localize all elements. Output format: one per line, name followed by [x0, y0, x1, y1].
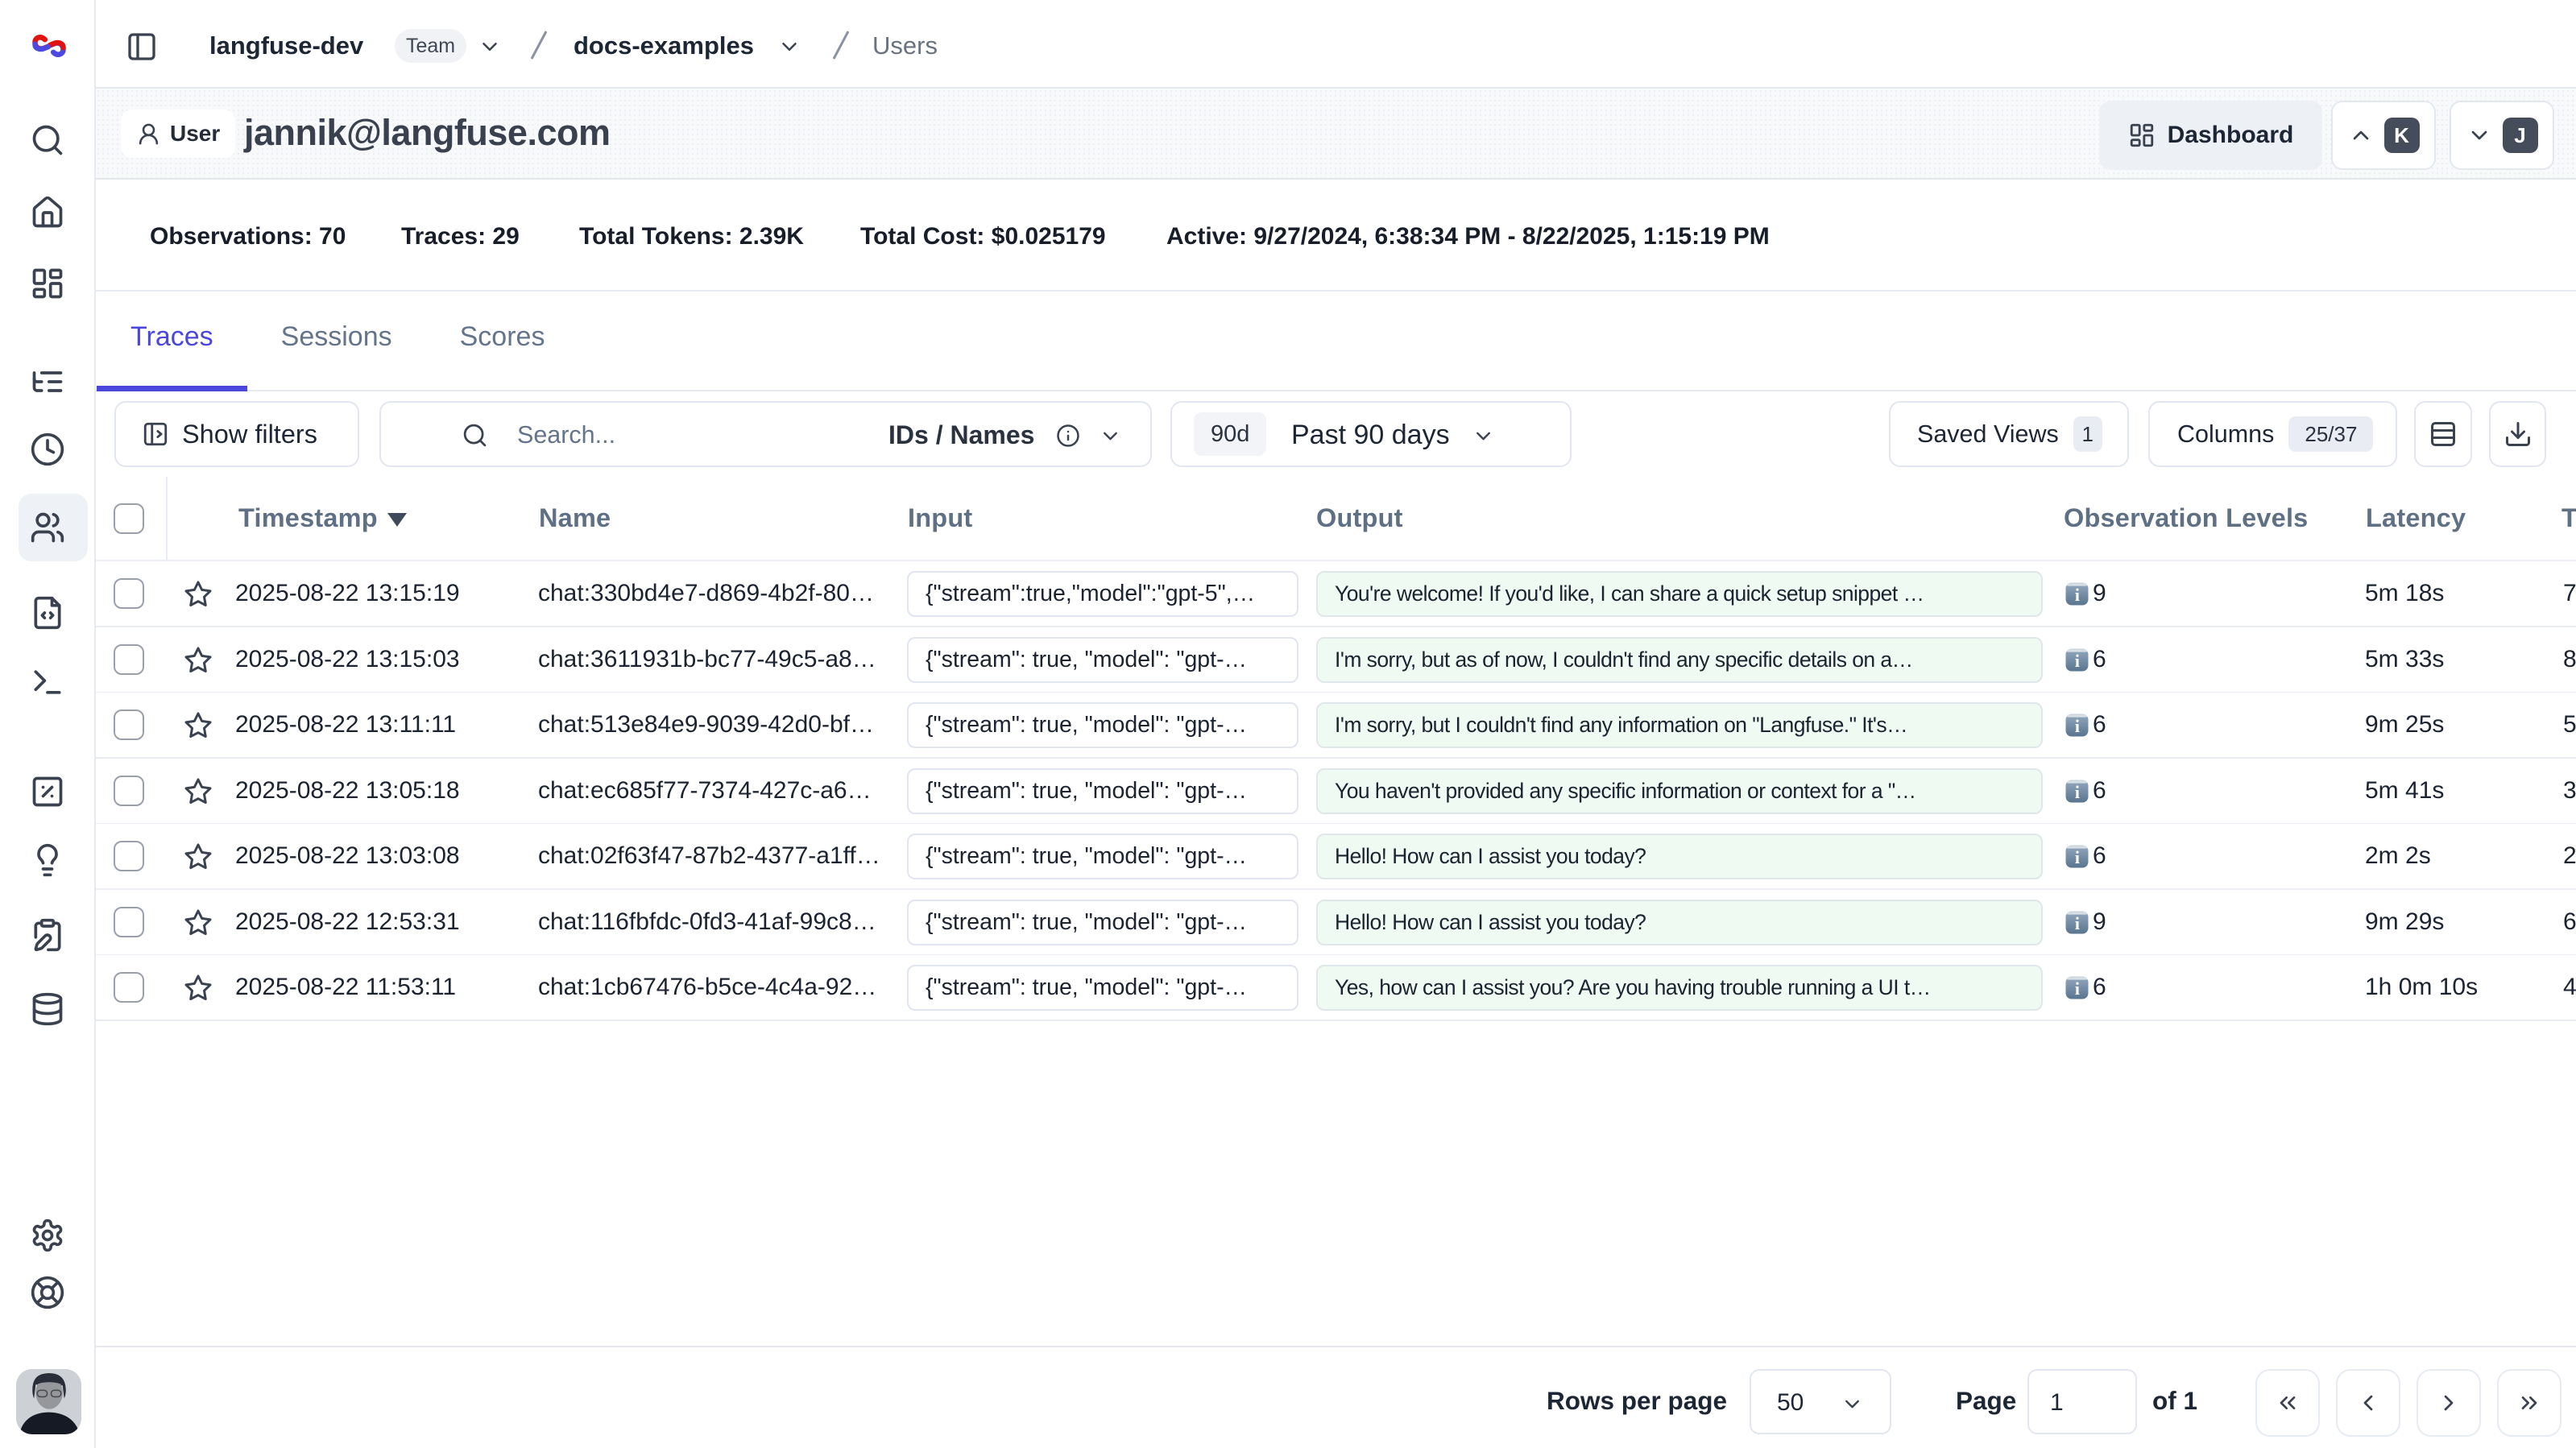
svg-text:i: i: [2075, 717, 2080, 736]
svg-text:i: i: [2075, 651, 2080, 670]
svg-text:i: i: [2075, 782, 2080, 801]
svg-text:i: i: [2075, 848, 2080, 867]
svg-text:i: i: [2075, 913, 2080, 933]
svg-text:i: i: [2075, 979, 2080, 999]
svg-text:i: i: [2075, 585, 2080, 605]
